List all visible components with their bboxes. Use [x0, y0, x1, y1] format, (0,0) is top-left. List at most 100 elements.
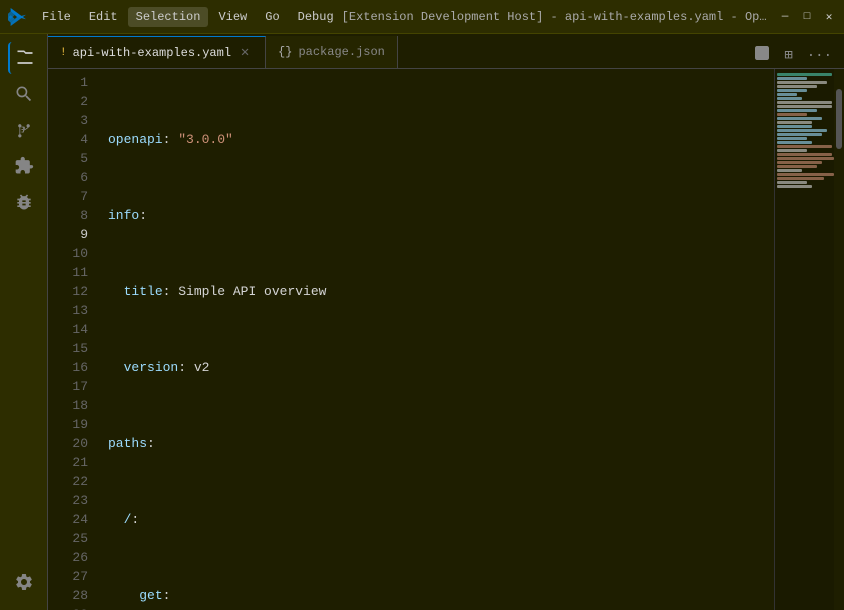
minimap-line: [777, 129, 827, 132]
split-icon: [754, 45, 770, 61]
debug-icon: [14, 192, 34, 212]
titlebar: File Edit Selection View Go Debug [Exten…: [0, 0, 844, 34]
vertical-scrollbar[interactable]: [834, 69, 844, 610]
minimap-line: [777, 73, 832, 76]
line-num-27: 27: [48, 567, 88, 586]
line-num-7: 7: [48, 187, 88, 206]
code-line-6: /:: [108, 510, 774, 529]
minimap-line: [777, 153, 832, 156]
minimap-line: [777, 101, 832, 104]
editor-main[interactable]: 1 2 3 4 5 6 7 8 9 10 11 12 13 14 15 16 1: [48, 69, 774, 610]
line-num-25: 25: [48, 529, 88, 548]
minimap-line: [777, 141, 812, 144]
line-num-24: 24: [48, 510, 88, 529]
line-num-13: 13: [48, 301, 88, 320]
vscode-logo: [8, 8, 26, 26]
minimap-line: [777, 177, 824, 180]
yaml-icon: !: [60, 47, 67, 59]
minimap-line: [777, 109, 817, 112]
line-num-17: 17: [48, 377, 88, 396]
window-title: [Extension Development Host] - api-with-…: [342, 10, 770, 24]
extensions-icon: [14, 156, 34, 176]
split-editor-button[interactable]: [750, 43, 774, 68]
code-line-5: paths:: [108, 434, 774, 453]
line-num-1: 1: [48, 73, 88, 92]
activity-bar: [0, 34, 48, 610]
line-num-8: 8: [48, 206, 88, 225]
tab-yaml[interactable]: ! api-with-examples.yaml ✕: [48, 36, 266, 68]
line-num-9: 9: [48, 225, 88, 244]
minimap-line: [777, 77, 807, 80]
minimap-line: [777, 161, 822, 164]
activity-search[interactable]: [8, 78, 40, 110]
line-num-3: 3: [48, 111, 88, 130]
line-num-2: 2: [48, 92, 88, 111]
line-num-5: 5: [48, 149, 88, 168]
minimap-line: [777, 169, 802, 172]
line-num-12: 12: [48, 282, 88, 301]
code-line-2: info:: [108, 206, 774, 225]
minimap-line: [777, 89, 807, 92]
minimap-line: [777, 185, 812, 188]
line-num-28: 28: [48, 586, 88, 605]
minimap-line: [777, 113, 807, 116]
menu-edit[interactable]: Edit: [81, 7, 126, 27]
line-num-16: 16: [48, 358, 88, 377]
code-line-4: version: v2: [108, 358, 774, 377]
minimap-line: [777, 165, 817, 168]
activity-debug[interactable]: [8, 186, 40, 218]
close-button[interactable]: ✕: [822, 10, 836, 24]
content-area: ! api-with-examples.yaml ✕ {} package.js…: [48, 34, 844, 610]
line-num-11: 11: [48, 263, 88, 282]
maximize-button[interactable]: □: [800, 10, 814, 24]
line-num-19: 19: [48, 415, 88, 434]
minimap-line: [777, 137, 807, 140]
minimap-line: [777, 133, 822, 136]
minimap-line: [777, 81, 827, 84]
minimap-line: [777, 93, 797, 96]
files-icon: [15, 48, 35, 68]
window-controls: — □ ✕: [778, 10, 836, 24]
code-line-3: title: Simple API overview: [108, 282, 774, 301]
minimize-button[interactable]: —: [778, 10, 792, 24]
tab-json[interactable]: {} package.json: [266, 36, 398, 68]
menu-file[interactable]: File: [34, 7, 79, 27]
menu-selection[interactable]: Selection: [128, 7, 209, 27]
code-line-1: openapi: "3.0.0": [108, 130, 774, 149]
tab-yaml-close[interactable]: ✕: [237, 44, 253, 61]
minimap-line: [777, 149, 807, 152]
minimap-line: [777, 117, 822, 120]
tab-yaml-label: api-with-examples.yaml: [73, 46, 231, 60]
menu-view[interactable]: View: [210, 7, 255, 27]
settings-icon: [14, 572, 34, 592]
code-editor[interactable]: openapi: "3.0.0" info: title: Simple API…: [96, 69, 774, 610]
activity-settings[interactable]: [8, 566, 40, 598]
scrollbar-thumb[interactable]: [836, 89, 842, 149]
main-layout: ! api-with-examples.yaml ✕ {} package.js…: [0, 34, 844, 610]
line-num-20: 20: [48, 434, 88, 453]
editor-area: 1 2 3 4 5 6 7 8 9 10 11 12 13 14 15 16 1: [48, 69, 844, 610]
activity-source-control[interactable]: [8, 114, 40, 146]
line-num-22: 22: [48, 472, 88, 491]
menu-bar: File Edit Selection View Go Debug: [34, 7, 342, 27]
line-numbers: 1 2 3 4 5 6 7 8 9 10 11 12 13 14 15 16 1: [48, 69, 96, 610]
menu-go[interactable]: Go: [257, 7, 287, 27]
minimap-line: [777, 125, 812, 128]
tab-actions: ⊞ ···: [742, 43, 844, 68]
minimap-content: [775, 69, 834, 193]
minimap-line: [777, 145, 832, 148]
activity-explorer[interactable]: [8, 42, 40, 74]
line-num-21: 21: [48, 453, 88, 472]
minimap-line: [777, 173, 834, 176]
line-num-26: 26: [48, 548, 88, 567]
menu-debug[interactable]: Debug: [290, 7, 342, 27]
activity-extensions[interactable]: [8, 150, 40, 182]
layout-button[interactable]: ⊞: [780, 45, 796, 66]
more-button[interactable]: ···: [803, 46, 836, 66]
code-line-7: get:: [108, 586, 774, 605]
tab-json-label: package.json: [298, 45, 384, 59]
minimap: [774, 69, 834, 610]
line-num-14: 14: [48, 320, 88, 339]
tab-bar: ! api-with-examples.yaml ✕ {} package.js…: [48, 34, 844, 69]
minimap-line: [777, 157, 834, 160]
